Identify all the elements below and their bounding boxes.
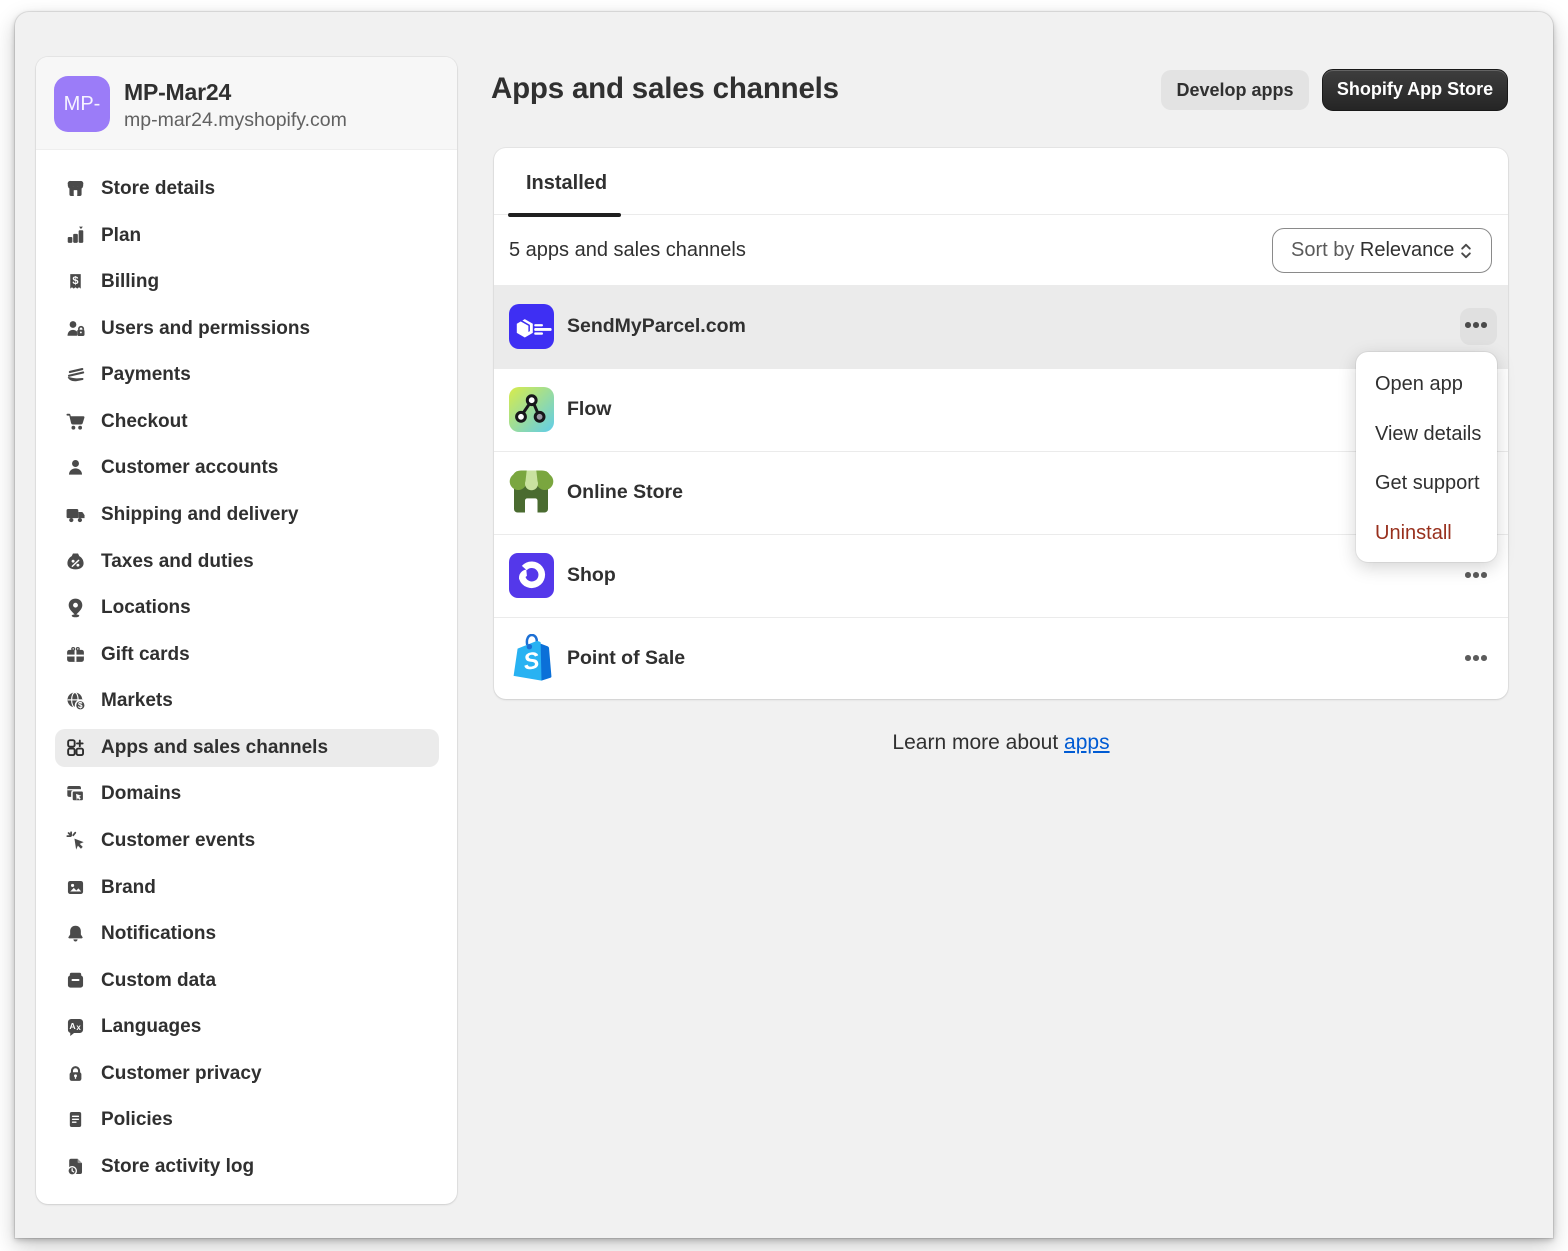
svg-text:x: x — [76, 1023, 81, 1032]
svg-text:$: $ — [72, 275, 78, 287]
svg-text:A: A — [69, 1022, 76, 1032]
svg-text:$: $ — [78, 701, 83, 710]
